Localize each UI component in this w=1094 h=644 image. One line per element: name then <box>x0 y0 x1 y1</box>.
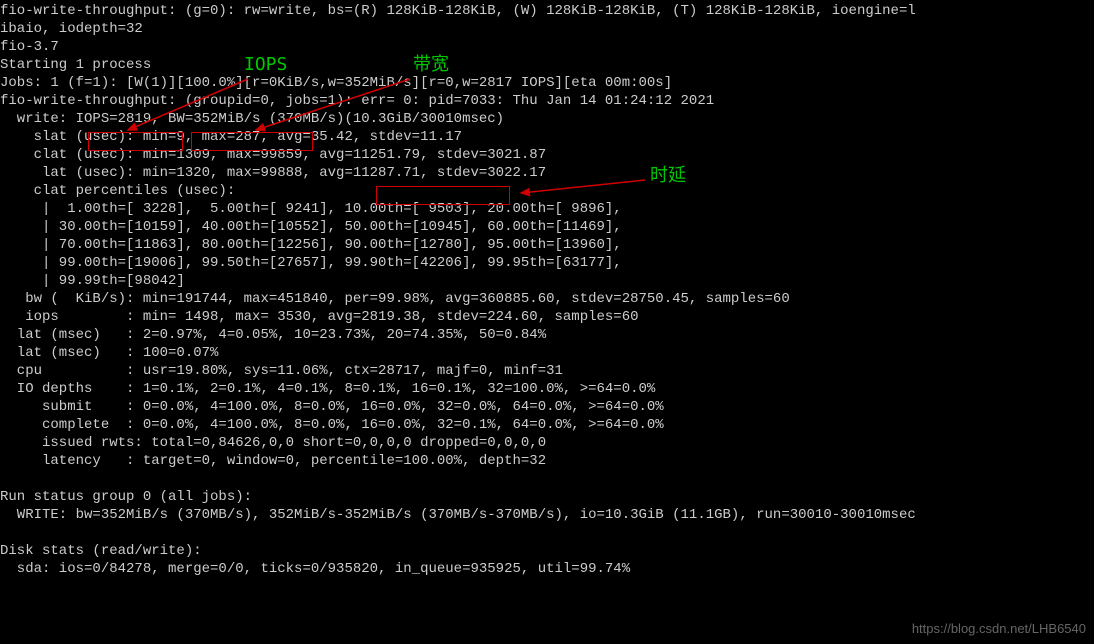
arrow-bandwidth <box>248 77 418 137</box>
watermark: https://blog.csdn.net/LHB6540 <box>912 620 1086 638</box>
arrow-latency <box>515 177 650 197</box>
arrow-iops <box>120 77 250 137</box>
